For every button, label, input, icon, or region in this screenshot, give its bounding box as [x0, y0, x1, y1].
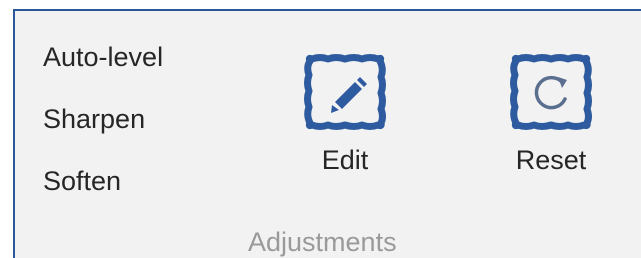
adjustments-side-list: Auto-level Sharpen Soften	[43, 37, 163, 223]
adjustments-group: Auto-level Sharpen Soften Edit Reset Adj…	[13, 9, 641, 258]
sharpen-button[interactable]: Sharpen	[43, 99, 163, 161]
adjustments-group-label: Adjustments	[248, 227, 397, 257]
soften-button[interactable]: Soften	[43, 161, 163, 223]
reset-button[interactable]: Reset	[496, 53, 606, 203]
edit-button[interactable]: Edit	[290, 53, 400, 203]
reset-button-label: Reset	[515, 145, 587, 175]
refresh-in-frame-icon	[510, 54, 592, 130]
pencil-in-frame-icon	[304, 54, 386, 130]
screenshot-stage: Auto-level Sharpen Soften Edit Reset Adj…	[0, 0, 641, 258]
edit-button-label: Edit	[321, 145, 369, 175]
auto-level-button[interactable]: Auto-level	[43, 37, 163, 99]
